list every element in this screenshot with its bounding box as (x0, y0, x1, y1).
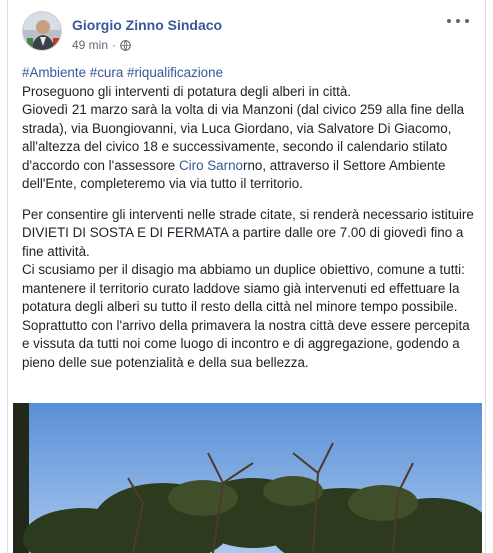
post-header: Giorgio Zinno Sindaco 49 min · (22, 11, 475, 55)
globe-icon[interactable] (120, 39, 131, 51)
author-name[interactable]: Giorgio Zinno Sindaco (72, 17, 222, 33)
meta-separator: · (112, 38, 117, 52)
author-avatar[interactable] (22, 11, 62, 51)
hashtag-link[interactable]: #Ambiente (22, 65, 86, 80)
mention-link[interactable]: Ciro Sarno (179, 158, 243, 173)
more-dot (447, 19, 451, 23)
post-photo[interactable] (13, 403, 482, 553)
avatar-photo (23, 12, 61, 50)
paragraph-2: Per consentire gli interventi nelle stra… (22, 206, 477, 373)
hashtag-line: #Ambiente #cura #riqualificazione (22, 64, 477, 83)
more-dot (465, 19, 469, 23)
paragraph-2-line-2: Ci scusiamo per il disagio ma abbiamo un… (22, 262, 465, 314)
paragraph-1: Proseguono gli interventi di potatura de… (22, 83, 477, 194)
tree-photo-image (13, 403, 482, 553)
more-options-icon[interactable] (447, 13, 469, 29)
more-dot (456, 19, 460, 23)
hashtag-link[interactable]: #riqualificazione (127, 65, 223, 80)
post-time[interactable]: 49 min (72, 38, 108, 52)
hashtag-link[interactable]: #cura (90, 65, 124, 80)
paragraph-2-line-1: Per consentire gli interventi nelle stra… (22, 206, 474, 259)
paragraph-1-line-1: Proseguono gli interventi di potatura de… (22, 83, 352, 99)
paragraph-2-line-3: Soprattutto con l'arrivo della primavera… (22, 317, 470, 370)
post-text: #Ambiente #cura #riqualificazione Proseg… (22, 64, 477, 384)
post-meta: 49 min · (72, 38, 131, 52)
facebook-post: Giorgio Zinno Sindaco 49 min · #Ambiente… (7, 0, 486, 553)
